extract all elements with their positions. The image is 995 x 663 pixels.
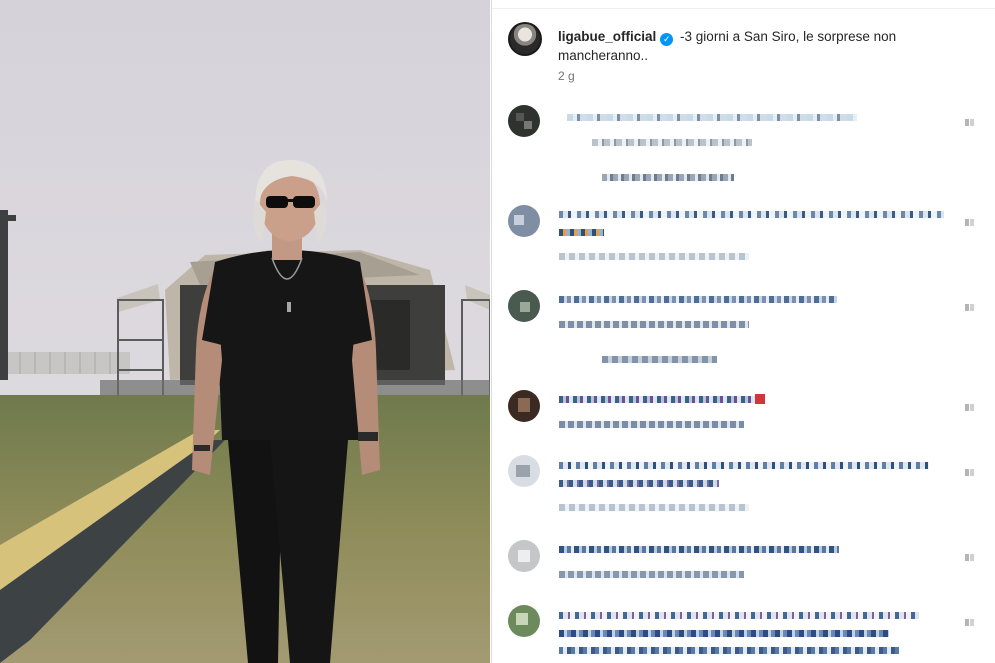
commenter-avatar[interactable] xyxy=(508,540,540,572)
like-heart-icon[interactable] xyxy=(965,463,979,476)
like-heart-icon[interactable] xyxy=(965,298,979,311)
comments-panel: ligabue_official ✓ -3 giorni a San Siro, … xyxy=(491,0,995,663)
commenter-avatar[interactable] xyxy=(508,605,540,637)
profile-avatar[interactable] xyxy=(508,22,542,56)
like-heart-icon[interactable] xyxy=(965,113,979,126)
pixelated-comment-text-2 xyxy=(559,630,889,637)
commenter-avatar[interactable] xyxy=(508,290,540,322)
pixelated-comment-text xyxy=(559,462,929,469)
pixelated-replies-link xyxy=(602,174,734,181)
pixelated-comment-text xyxy=(559,296,837,303)
pixelated-comment-meta xyxy=(592,139,752,146)
commenter-avatar[interactable] xyxy=(508,205,540,237)
pixelated-comment-text xyxy=(559,396,764,403)
post-timestamp[interactable]: 2 g xyxy=(558,69,575,83)
post-media[interactable] xyxy=(0,0,490,663)
panel-top-divider xyxy=(492,0,995,9)
pixelated-comment-meta xyxy=(559,504,749,511)
commenter-avatar[interactable] xyxy=(508,455,540,487)
username-link[interactable]: ligabue_official xyxy=(558,29,656,44)
pixelated-comment-text xyxy=(559,211,944,218)
like-heart-icon[interactable] xyxy=(965,613,979,626)
like-heart-icon[interactable] xyxy=(965,398,979,411)
pixelated-comment-text xyxy=(559,546,839,553)
verified-badge-icon: ✓ xyxy=(660,33,674,46)
pixelated-emoji xyxy=(755,394,765,404)
concert-stage-photo xyxy=(0,0,490,663)
pixelated-comment-text xyxy=(559,612,919,619)
like-heart-icon[interactable] xyxy=(965,548,979,561)
pixelated-comment-meta xyxy=(559,421,744,428)
pixelated-comment-meta xyxy=(559,253,749,260)
pixelated-comment-meta xyxy=(559,571,744,578)
pixelated-comment-text-2 xyxy=(559,480,719,487)
pixelated-comment-text-2 xyxy=(559,229,604,236)
commenter-avatar[interactable] xyxy=(508,390,540,422)
pixelated-comment-text xyxy=(567,114,857,121)
pixelated-comment-meta xyxy=(559,321,749,328)
caption-text-block: ligabue_official ✓ -3 giorni a San Siro, … xyxy=(558,27,958,65)
like-heart-icon[interactable] xyxy=(965,213,979,226)
pixelated-comment-text-3 xyxy=(559,647,899,654)
pixelated-replies-link xyxy=(602,356,717,363)
commenter-avatar[interactable] xyxy=(508,105,540,137)
